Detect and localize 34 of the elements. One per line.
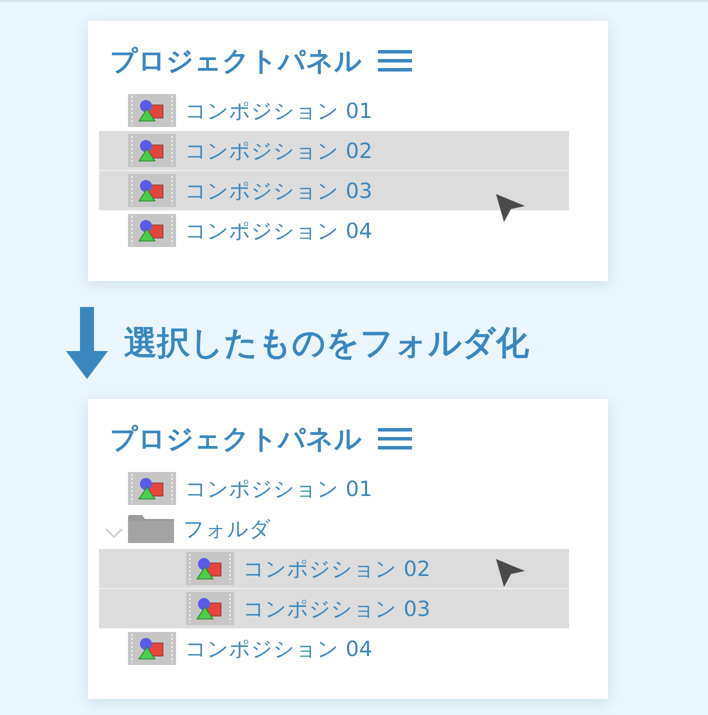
list-item[interactable]: コンポジション 04 [99,629,569,669]
caption: 選択したものをフォルダ化 [124,322,529,364]
item-label: コンポジション 02 [185,138,372,164]
item-label: コンポジション 01 [185,476,372,502]
menu-icon[interactable] [378,49,412,73]
composition-icon [186,552,234,585]
composition-icon [128,214,176,247]
item-label: コンポジション 02 [243,556,430,582]
cursor-icon [494,191,526,223]
folder-icon [128,514,174,542]
down-arrow-icon [66,307,108,379]
composition-icon [128,94,176,127]
composition-icon [128,174,176,207]
list-item[interactable]: フォルダ [99,509,569,549]
panel-title: プロジェクトパネル [110,45,362,79]
panel-title: プロジェクトパネル [110,423,362,457]
composition-icon [128,134,176,167]
item-label: コンポジション 03 [185,178,372,204]
list-item[interactable]: コンポジション 01 [99,469,569,509]
item-label: フォルダ [183,516,271,542]
list-item[interactable]: コンポジション 02 [99,131,569,171]
list-item[interactable]: コンポジション 03 [99,171,569,211]
item-label: コンポジション 01 [185,98,372,124]
list-item[interactable]: コンポジション 04 [99,211,569,251]
menu-icon[interactable] [378,427,412,451]
list-item[interactable]: コンポジション 01 [99,91,569,131]
composition-icon [128,632,176,665]
composition-icon [128,472,176,505]
item-label: コンポジション 04 [185,636,372,662]
item-label: コンポジション 04 [185,218,372,244]
item-label: コンポジション 03 [243,596,430,622]
list-item[interactable]: コンポジション 02 [99,549,569,589]
list-item[interactable]: コンポジション 03 [99,589,569,629]
composition-icon [186,592,234,625]
